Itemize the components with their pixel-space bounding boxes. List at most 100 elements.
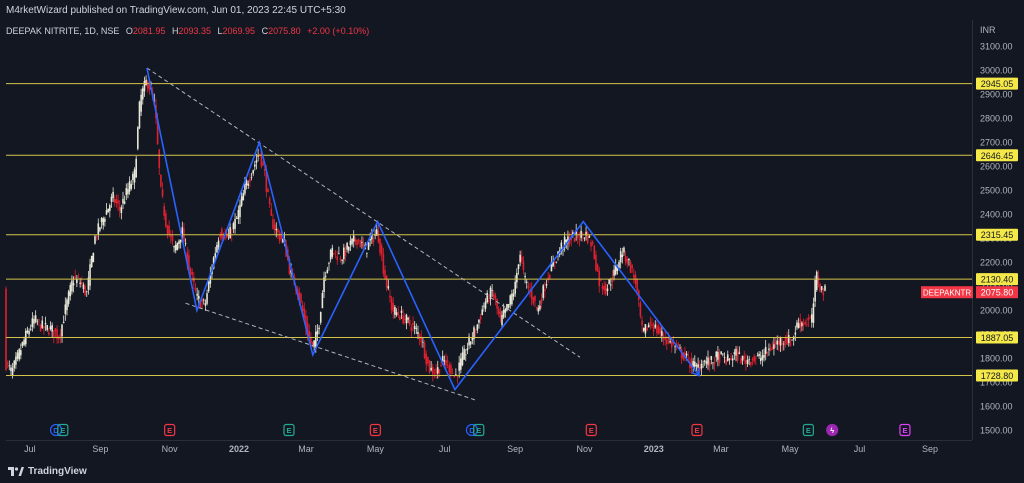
candle-body (408, 320, 411, 325)
candle-body (137, 127, 139, 149)
candle-body (66, 299, 68, 311)
candle-body (766, 351, 769, 353)
candle-body (591, 242, 594, 244)
candle-body (763, 354, 765, 358)
candle-body (356, 239, 358, 245)
candle-body (807, 317, 810, 321)
candle-body (784, 337, 787, 343)
candle-body (77, 276, 80, 278)
candle-body (339, 258, 342, 261)
candle-body (804, 321, 807, 324)
candle-body (34, 315, 37, 322)
candle-body (267, 189, 269, 193)
candle-body (311, 341, 314, 346)
candle-body (458, 362, 460, 371)
x-tick-label: Jul (854, 444, 866, 454)
candle-body (54, 328, 57, 332)
event-marker-earnings[interactable]: E (283, 423, 295, 437)
candle-body (654, 324, 657, 328)
candle-body (476, 324, 479, 331)
candle-body (120, 207, 123, 213)
candle-body (366, 252, 368, 254)
y-tick-label: 2600.00 (980, 161, 1013, 171)
candle-body (758, 353, 760, 357)
y-tick-label: 2000.00 (980, 305, 1013, 315)
candle-body (428, 360, 431, 373)
candle-body (423, 343, 426, 359)
candle-body (606, 288, 609, 292)
candle-body (522, 261, 525, 271)
candle-body (133, 169, 136, 183)
candle-body (779, 337, 782, 346)
candle-body (646, 328, 648, 331)
level-price-label: 2130.40 (981, 275, 1014, 285)
candle-body (127, 189, 129, 195)
price-chart[interactable]: INR 3100.00 3000.00 2900.00 2800.00 2700.00 26… (0, 0, 1024, 483)
event-marker-split[interactable]: ϟ (826, 423, 839, 437)
candle-body (715, 351, 718, 358)
x-tick-label: Sep (922, 444, 938, 454)
candle-body (18, 349, 20, 360)
candle-body (46, 325, 48, 330)
event-marker-earnings-down[interactable]: E (369, 423, 381, 437)
candle-body (146, 81, 149, 89)
candle-body (789, 341, 792, 346)
event-marker-earnings[interactable]: E (473, 423, 485, 437)
y-tick-label: 2700.00 (980, 137, 1013, 147)
candle-body (158, 149, 161, 169)
candle-body (494, 295, 497, 300)
candle-body (36, 321, 39, 323)
candle-body (410, 327, 413, 332)
high-value: 2093.35 (178, 26, 211, 36)
event-marker-label: E (589, 426, 594, 435)
candle-body (11, 367, 14, 376)
candle-body (586, 232, 589, 244)
candle-body (92, 253, 95, 263)
candle-body (605, 283, 607, 295)
candle-body (123, 201, 126, 204)
event-marker-earnings-down[interactable]: E (585, 423, 597, 437)
candle-body (769, 348, 772, 352)
candle-body (619, 251, 622, 263)
candle-body (329, 249, 332, 260)
candle-body (814, 279, 816, 302)
candle-body (764, 346, 767, 354)
candle-body (738, 352, 741, 354)
symbol-label[interactable]: DEEPAK NITRITE, 1D, NSE (6, 26, 119, 36)
candle-body (644, 324, 647, 334)
event-marker-earnings[interactable]: E (802, 423, 814, 437)
candle-body (751, 358, 754, 361)
candle-body (478, 319, 480, 323)
candle-body (122, 198, 124, 204)
candle-body (399, 316, 401, 320)
level-price-label: 2646.45 (981, 151, 1014, 161)
candle-body (425, 353, 428, 365)
event-marker-earnings-down[interactable]: E (164, 423, 176, 437)
candle-body (273, 224, 276, 231)
candle-body (514, 281, 516, 294)
candle-body (712, 362, 714, 364)
tradingview-brand[interactable]: TradingView (8, 466, 87, 477)
candle-body (595, 254, 597, 271)
candle-body (5, 288, 7, 370)
candle-body (357, 239, 360, 241)
candle-body (221, 228, 223, 239)
candle-body (456, 376, 459, 378)
event-marker-label: E (286, 426, 291, 435)
low-label: L (217, 26, 223, 36)
candle-body (728, 358, 731, 360)
candle-body (165, 213, 167, 227)
candle-body (577, 235, 579, 239)
candle-body (166, 225, 169, 235)
candle-body (544, 289, 546, 292)
candle-body (29, 328, 32, 330)
event-marker-upcoming[interactable]: E (899, 423, 911, 437)
candle-body (448, 364, 451, 373)
event-marker-earnings-down[interactable]: E (691, 423, 703, 437)
candle-body (745, 360, 747, 364)
channel-upper-line[interactable] (146, 67, 581, 358)
candle-body (333, 253, 335, 254)
candle-body (171, 235, 174, 241)
candle-body (618, 262, 620, 268)
candle-body (799, 319, 802, 328)
